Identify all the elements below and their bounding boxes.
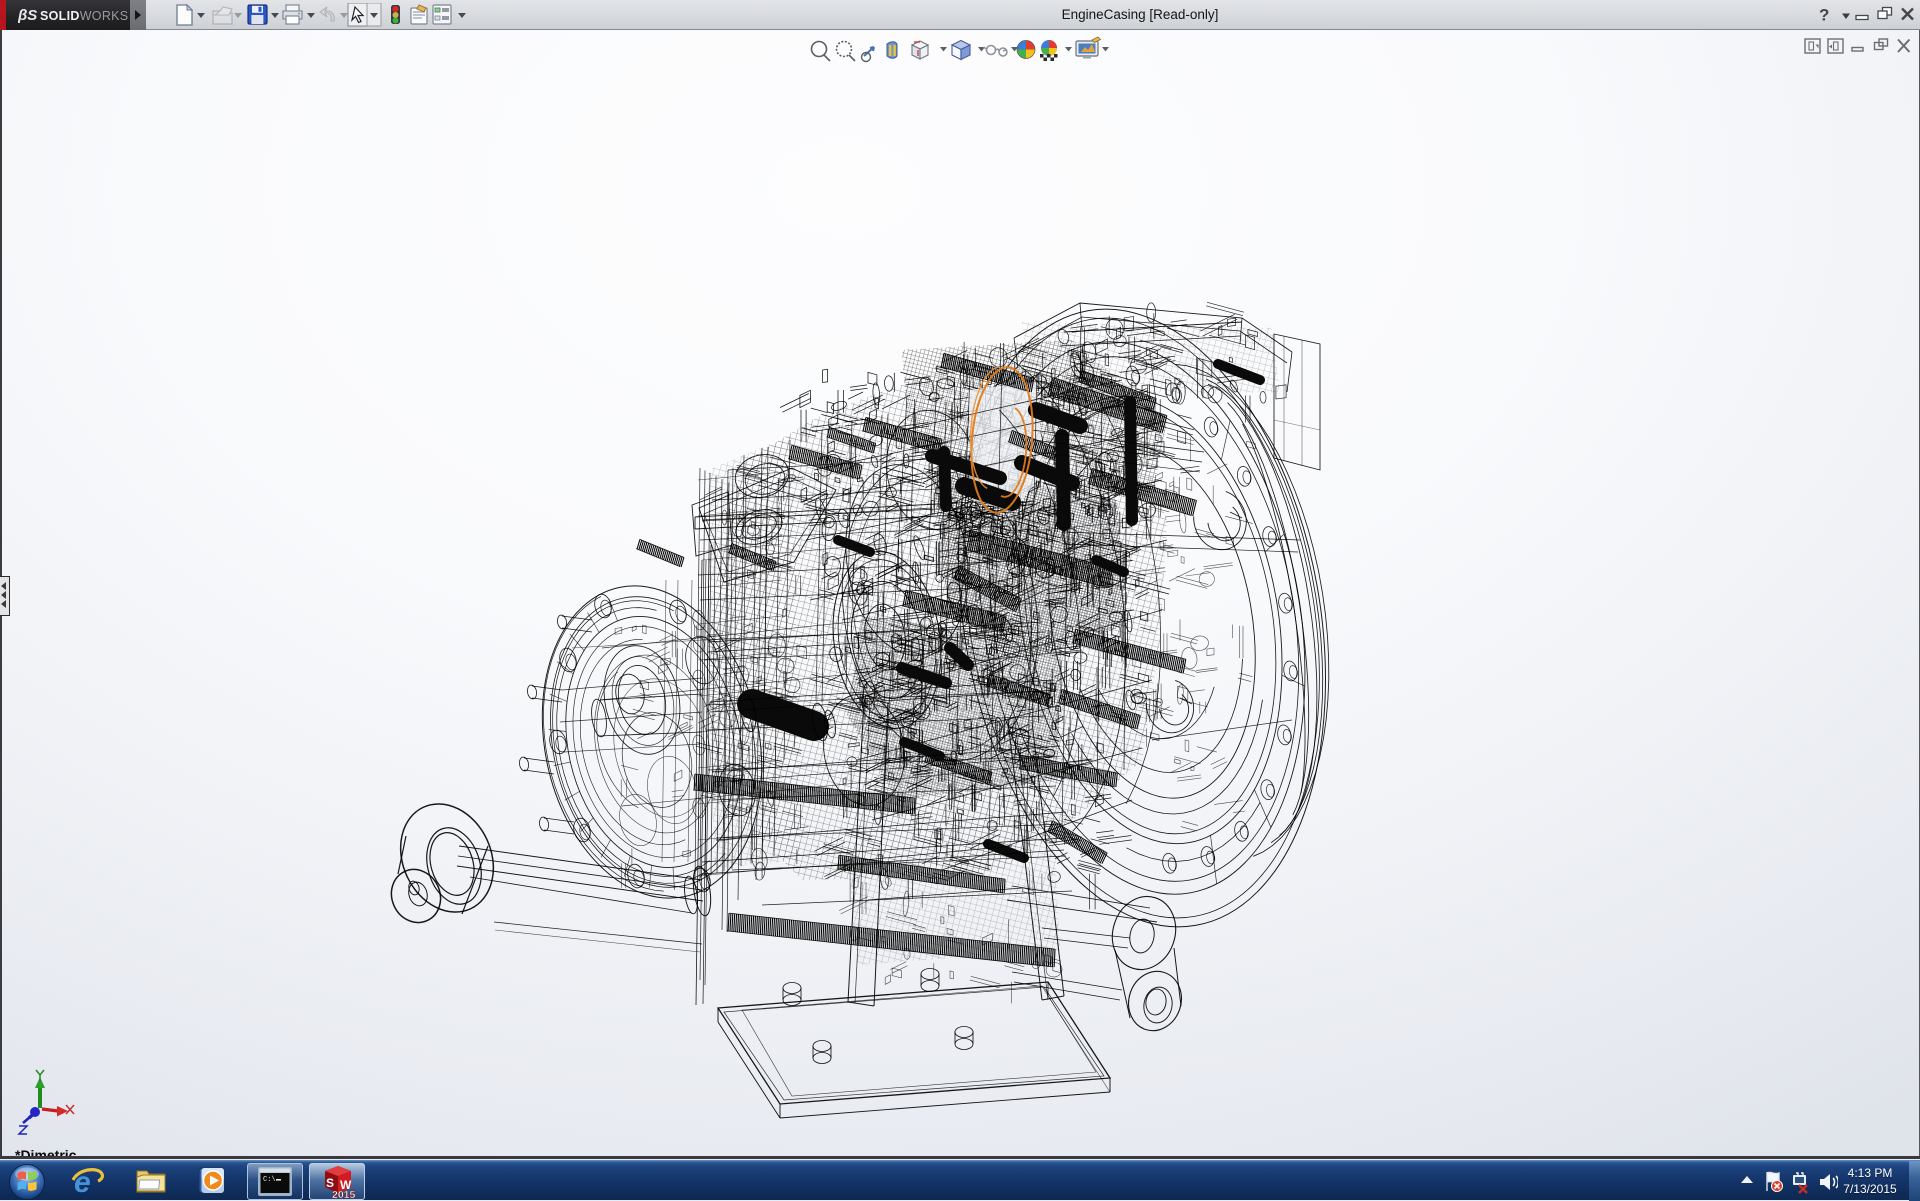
- svg-text:?: ?: [1819, 6, 1829, 25]
- svg-text:S: S: [326, 1176, 334, 1190]
- svg-text:C:\: C:\: [263, 1176, 276, 1184]
- svg-text:2015: 2015: [332, 1189, 356, 1199]
